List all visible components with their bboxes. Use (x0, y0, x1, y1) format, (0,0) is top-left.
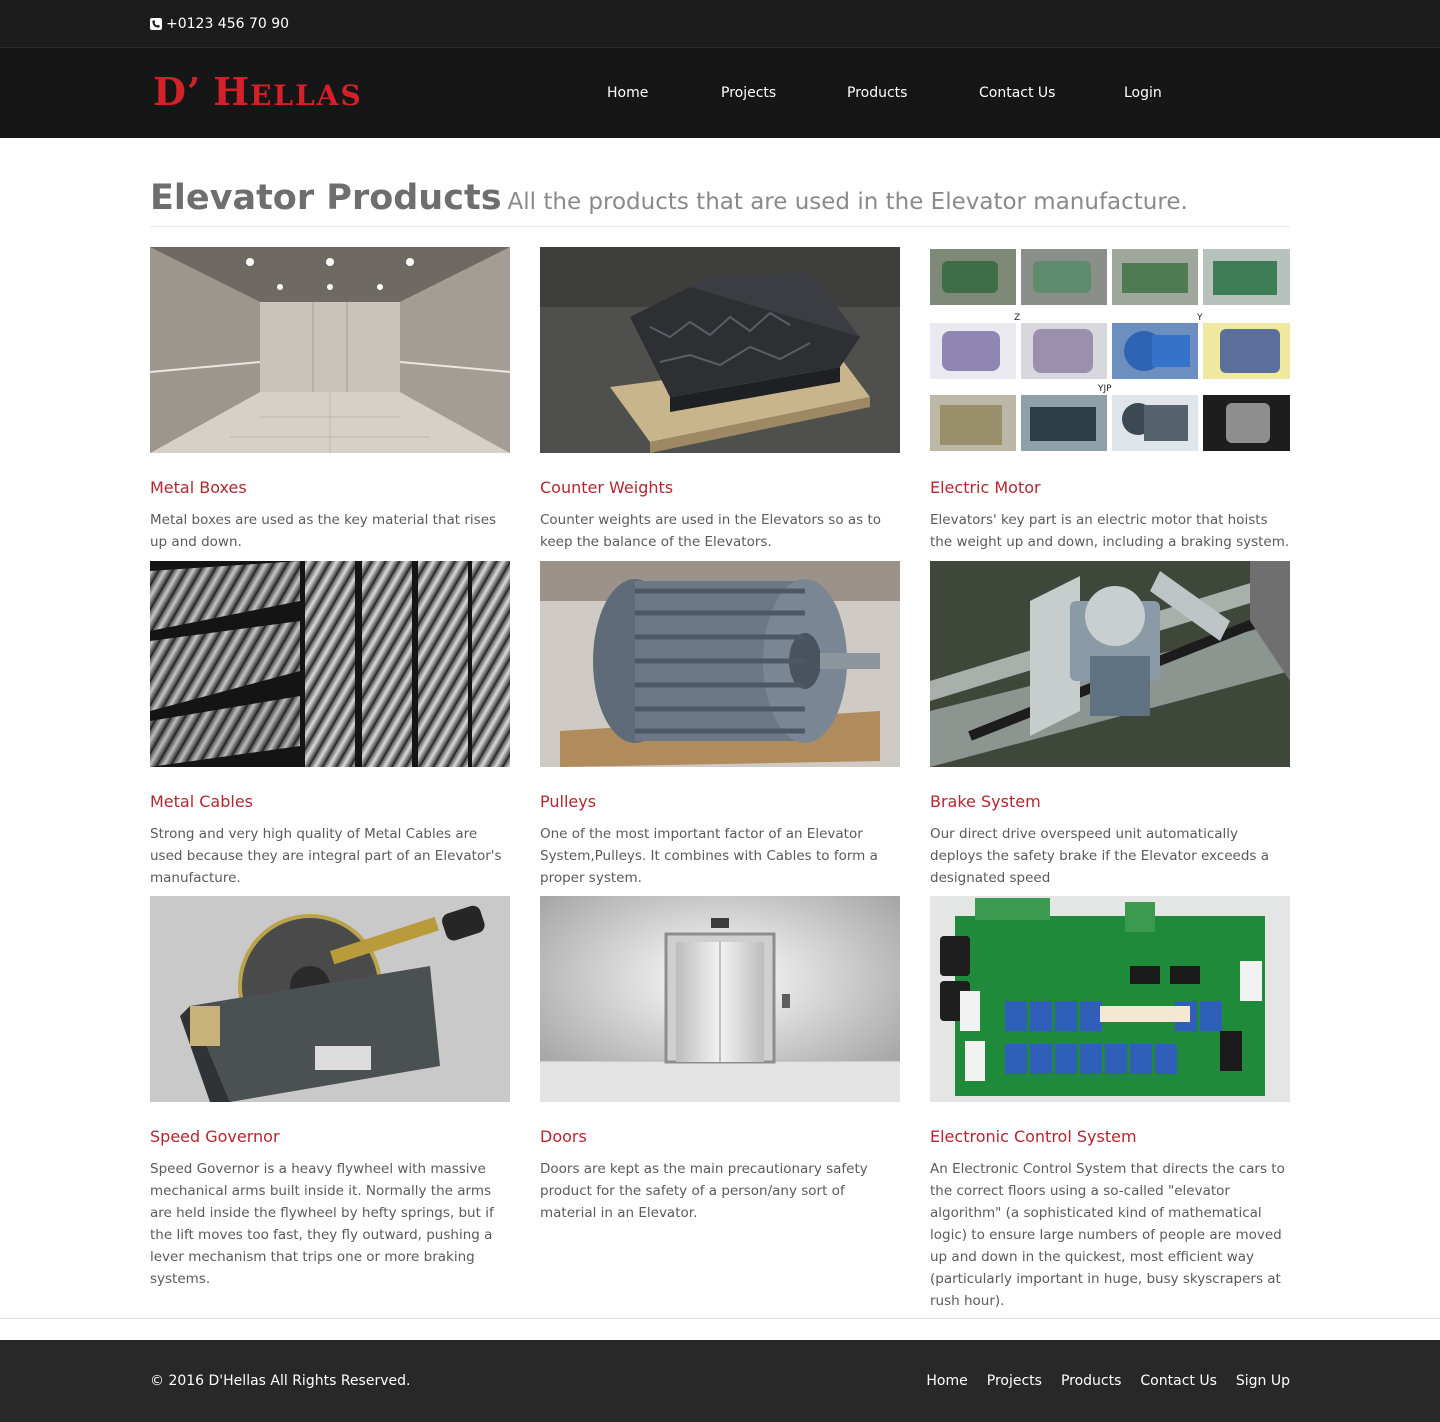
product-card-pulleys: Pulleys One of the most important factor… (540, 561, 900, 889)
product-description: Doors are kept as the main precautionary… (540, 1161, 868, 1221)
collage-label-z: Z (1014, 313, 1020, 323)
logo-apostrophe: ’ (186, 69, 202, 114)
logo-letter-d: D (153, 69, 187, 114)
product-description: Metal boxes are used as the key material… (150, 512, 497, 550)
page-subtitle: All the products that are used in the El… (507, 189, 1188, 215)
product-title-pulleys[interactable]: Pulleys (540, 791, 900, 813)
product-description: Strong and very high quality of Metal Ca… (150, 826, 502, 886)
product-card-brake-system: Brake System Our direct drive overspeed … (930, 561, 1290, 889)
brand-logo[interactable]: D’ H ELLAS (153, 69, 363, 115)
copyright-text: © 2016 D'Hellas All Rights Reserved. (150, 1373, 411, 1389)
logo-rest: ELLAS (250, 79, 363, 112)
product-image-counter-weights[interactable] (540, 247, 900, 453)
product-card-electronic-control-system: Electronic Control System An Electronic … (930, 896, 1290, 1312)
nav-home[interactable]: Home (607, 81, 648, 105)
product-image-metal-boxes[interactable] (150, 247, 510, 453)
electric-motors-collage: Z Y YJP (930, 247, 1290, 453)
elevator-cabin-photo (150, 247, 510, 453)
footer-link-sign-up[interactable]: Sign Up (1236, 1370, 1290, 1392)
product-card-doors: Doors Doors are kept as the main precaut… (540, 896, 900, 1224)
product-card-electric-motor: Z Y YJP Electric Motor Elevators' key pa… (930, 247, 1290, 553)
product-title-doors[interactable]: Doors (540, 1126, 900, 1148)
phone-icon (150, 18, 162, 30)
product-description: One of the most important factor of an E… (540, 826, 878, 886)
product-title-electric-motor[interactable]: Electric Motor (930, 477, 1290, 499)
product-card-metal-boxes: Metal Boxes Metal boxes are used as the … (150, 247, 510, 553)
product-image-pulleys[interactable] (540, 561, 900, 767)
steel-cables-photo (150, 561, 510, 767)
elevator-doors-photo (540, 896, 900, 1102)
pulley-drum-photo (540, 561, 900, 767)
control-board-photo (930, 896, 1290, 1102)
footer-link-projects[interactable]: Projects (987, 1370, 1042, 1392)
phone-contact: +0123 456 70 90 (150, 15, 289, 33)
product-card-metal-cables: Metal Cables Strong and very high qualit… (150, 561, 510, 889)
top-bar: +0123 456 70 90 (0, 0, 1440, 48)
footer-link-home[interactable]: Home (926, 1370, 967, 1392)
product-image-speed-governor[interactable] (150, 896, 510, 1102)
page-title: Elevator Products (150, 178, 502, 218)
product-card-speed-governor: Speed Governor Speed Governor is a heavy… (150, 896, 510, 1290)
product-image-doors[interactable] (540, 896, 900, 1102)
brake-unit-photo (930, 561, 1290, 767)
product-description: Speed Governor is a heavy flywheel with … (150, 1161, 494, 1287)
content-divider (0, 1318, 1440, 1319)
collage-label-yjp: YJP (1097, 384, 1112, 394)
speed-governor-photo (150, 896, 510, 1102)
phone-number: +0123 456 70 90 (166, 16, 290, 32)
product-title-counter-weights[interactable]: Counter Weights (540, 477, 900, 499)
product-title-brake-system[interactable]: Brake System (930, 791, 1290, 813)
footer-link-contact-us[interactable]: Contact Us (1140, 1370, 1216, 1392)
footer-link-products[interactable]: Products (1061, 1370, 1121, 1392)
product-image-electronic-control-system[interactable] (930, 896, 1290, 1102)
product-description: Elevators' key part is an electric motor… (930, 512, 1290, 550)
main-header: D’ H ELLAS Home Projects Products Contact … (0, 48, 1440, 138)
nav-projects[interactable]: Projects (721, 81, 776, 105)
page-heading: Elevator Products All the products that a… (150, 176, 1290, 227)
product-title-metal-boxes[interactable]: Metal Boxes (150, 477, 510, 499)
footer-nav: Home Projects Products Contact Us Sign U… (926, 1370, 1290, 1392)
product-title-metal-cables[interactable]: Metal Cables (150, 791, 510, 813)
nav-contact-us[interactable]: Contact Us (979, 81, 1055, 105)
product-description: An Electronic Control System that direct… (930, 1161, 1285, 1309)
product-card-counter-weights: Counter Weights Counter weights are used… (540, 247, 900, 553)
product-title-speed-governor[interactable]: Speed Governor (150, 1126, 510, 1148)
product-image-brake-system[interactable] (930, 561, 1290, 767)
product-image-metal-cables[interactable] (150, 561, 510, 767)
product-description: Our direct drive overspeed unit automati… (930, 826, 1269, 886)
footer: © 2016 D'Hellas All Rights Reserved. Hom… (0, 1340, 1440, 1422)
counter-weights-photo (540, 247, 900, 453)
collage-label-y: Y (1196, 313, 1203, 323)
product-description: Counter weights are used in the Elevator… (540, 512, 882, 550)
nav-login[interactable]: Login (1124, 81, 1162, 105)
logo-letter-h: H (213, 69, 251, 114)
product-title-electronic-control-system[interactable]: Electronic Control System (930, 1126, 1290, 1148)
nav-products[interactable]: Products (847, 81, 907, 105)
product-image-electric-motor[interactable]: Z Y YJP (930, 247, 1290, 453)
